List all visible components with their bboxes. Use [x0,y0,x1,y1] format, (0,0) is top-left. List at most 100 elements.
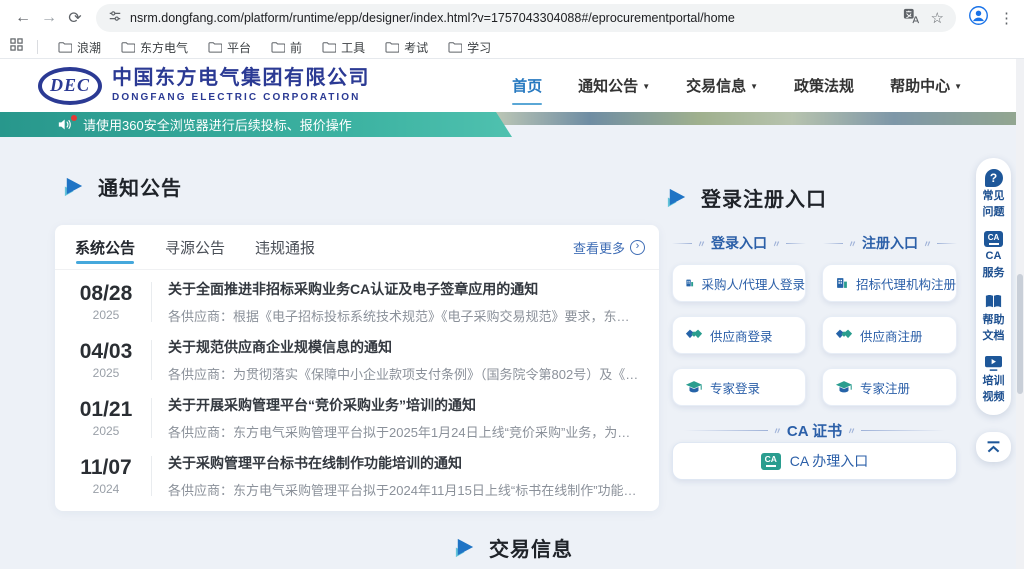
section-arrow-icon [453,536,476,559]
help-docs-button[interactable]: 帮助 文档 [983,292,1005,343]
bookmark-star-icon[interactable]: ☆ [931,9,944,27]
bookmark-label: 考试 [404,39,428,56]
bookmark-folder[interactable]: 平台 [202,37,257,58]
bookmark-folder[interactable]: 学习 [442,37,497,58]
scrollbar-thumb[interactable] [1017,274,1023,394]
bookmark-folder[interactable]: 工具 [316,37,371,58]
divider [37,40,38,54]
profile-avatar-icon[interactable] [968,5,989,31]
building-icon [835,274,849,292]
folder-icon [121,41,135,53]
button-label: 专家注册 [860,378,910,397]
apps-grid-icon[interactable] [10,38,23,56]
site-info-icon[interactable] [108,9,122,28]
chevron-down-icon: ▼ [954,82,962,91]
notice-list: 08/28 2025 关于全面推进非招标采购业务CA认证及电子签章应用的通知 各… [55,270,659,505]
scrollbar-track[interactable] [1016,59,1024,569]
company-name-cn: 中国东方电气集团有限公司 [112,67,370,90]
translate-icon[interactable] [903,8,919,29]
nav-label: 政策法规 [794,75,854,96]
notice-row[interactable]: 11/07 2024 关于采购管理平台标书在线制作功能培训的通知 各供应商：东方… [75,447,639,505]
bookmark-folder[interactable]: 考试 [379,37,434,58]
nav-notices[interactable]: 通知公告 ▼ [578,75,650,96]
button-label: CA 办理入口 [790,451,869,471]
nav-label: 首页 [512,75,542,96]
divider [151,282,152,322]
tab-system-notices[interactable]: 系统公告 [75,225,135,269]
bookmark-folder[interactable]: 东方电气 [115,37,194,58]
section-arrow-icon [62,175,85,198]
label-line: 培训 [983,375,1005,388]
notice-date: 08/28 [75,282,137,306]
section-title: 交易信息 [489,533,573,562]
url-text[interactable]: nsrm.dongfang.com/platform/runtime/epp/d… [130,11,895,25]
faq-button[interactable]: ? 常见 问题 [983,169,1005,219]
nav-policies[interactable]: 政策法规 [794,75,854,96]
login-entry-header: 登录入口 [672,233,806,253]
folder-icon [271,41,285,53]
label-line: 文档 [983,330,1005,343]
notice-desc: 各供应商：根据《电子招标投标系统技术规范》《电子采购交易规范》要求，东方电气采购… [168,306,639,325]
bidding-agency-register-button[interactable]: 招标代理机构注册 [822,264,957,302]
expert-register-button[interactable]: 专家注册 [822,368,957,406]
button-label: 专家登录 [710,378,760,397]
login-header-label: 登录入口 [711,233,767,253]
tab-sourcing-notices[interactable]: 寻源公告 [165,225,225,269]
nav-trade-info[interactable]: 交易信息 ▼ [686,75,758,96]
notice-title[interactable]: 关于全面推进非招标采购业务CA认证及电子签章应用的通知 [168,279,639,299]
nav-label: 帮助中心 [890,75,950,96]
button-label: 供应商注册 [860,326,923,345]
button-label: 招标代理机构注册 [856,274,956,293]
notice-title[interactable]: 关于规范供应商企业规模信息的通知 [168,337,639,357]
section-title: 登录注册入口 [701,183,827,212]
buyer-agent-login-button[interactable]: 采购人/代理人登录 [672,264,806,302]
chevron-down-icon: ▼ [750,82,758,91]
notice-title[interactable]: 关于开展采购管理平台“竞价采购业务”培训的通知 [168,395,639,415]
trade-section-header: 交易信息 [453,533,573,562]
handshake-icon [685,326,703,344]
notice-year: 2025 [75,308,137,322]
divider [151,456,152,496]
nav-help-center[interactable]: 帮助中心 ▼ [890,75,962,96]
supplier-login-button[interactable]: 供应商登录 [672,316,806,354]
notice-title[interactable]: 关于采购管理平台标书在线制作功能培训的通知 [168,453,639,473]
notice-desc: 各供应商：东方电气采购管理平台拟于2024年11月15日上线“标书在线制作”功能… [168,480,639,499]
chevron-down-icon: ▼ [642,82,650,91]
divider [151,398,152,438]
ca-apply-button[interactable]: CA CA 办理入口 [672,442,957,480]
notice-date: 04/03 [75,340,137,364]
expert-login-button[interactable]: 专家登录 [672,368,806,406]
reload-icon[interactable]: ⟳ [62,5,88,31]
view-more-label: 查看更多 [573,238,625,257]
view-more-link[interactable]: 查看更多 › [573,238,645,257]
menu-dots-icon[interactable]: ⋮ [999,9,1014,27]
floating-sidebar: ? 常见 问题 CA CA 服务 帮助 文档 培训 视频 [976,158,1011,415]
nav-label: 交易信息 [686,75,746,96]
training-videos-button[interactable]: 培训 视频 [983,355,1005,404]
notice-card: 系统公告 寻源公告 违规通报 查看更多 › 08/28 2025 关于全面推进非… [55,225,659,511]
bookmark-folder[interactable]: 前 [265,37,308,58]
back-icon[interactable]: ← [10,5,36,31]
folder-icon [58,41,72,53]
register-entry-header: 注册入口 [823,233,957,253]
company-logo[interactable]: DEC 中国东方电气集团有限公司 DONGFANG ELECTRIC CORPO… [38,67,370,105]
notice-row[interactable]: 04/03 2025 关于规范供应商企业规模信息的通知 各供应商：为贯彻落实《保… [75,331,639,389]
divider [151,340,152,380]
notice-row[interactable]: 08/28 2025 关于全面推进非招标采购业务CA认证及电子签章应用的通知 各… [75,273,639,331]
notice-date: 01/21 [75,398,137,422]
address-bar[interactable]: nsrm.dongfang.com/platform/runtime/epp/d… [96,4,956,32]
tab-violation-reports[interactable]: 违规通报 [255,225,315,269]
ca-cert-header: CA 证书 [672,420,957,441]
ca-service-button[interactable]: CA CA 服务 [983,231,1005,279]
graduation-cap-icon [685,378,703,396]
nav-home[interactable]: 首页 [512,75,542,96]
bookmark-folder[interactable]: 浪潮 [52,37,107,58]
omnibox-actions: ☆ [903,8,944,29]
site-header: DEC 中国东方电气集团有限公司 DONGFANG ELECTRIC CORPO… [0,59,1024,112]
notice-row[interactable]: 01/21 2025 关于开展采购管理平台“竞价采购业务”培训的通知 各供应商：… [75,389,639,447]
login-section-header: 登录注册入口 [665,183,827,212]
bookmark-label: 工具 [341,39,365,56]
back-to-top-button[interactable] [976,432,1011,462]
forward-icon[interactable]: → [36,5,62,31]
supplier-register-button[interactable]: 供应商注册 [822,316,957,354]
